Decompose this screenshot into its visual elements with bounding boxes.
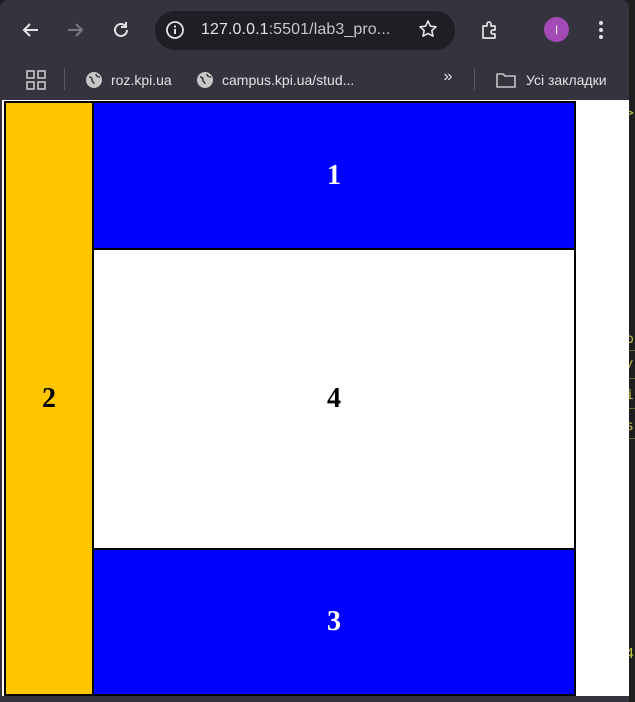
address-bar[interactable]: 127.0.0.1:5501/lab3_pro... bbox=[155, 11, 455, 50]
browser-toolbar: 127.0.0.1:5501/lab3_pro... I bbox=[0, 0, 629, 62]
page-viewport: 2 1 4 3 bbox=[2, 100, 629, 696]
url-host: 127.0.0.1 bbox=[201, 21, 269, 38]
browser-menu-button[interactable] bbox=[584, 13, 618, 47]
reload-icon bbox=[114, 22, 128, 37]
apps-grid-icon[interactable] bbox=[25, 69, 47, 91]
folder-icon bbox=[496, 73, 516, 88]
url-text[interactable]: 127.0.0.1:5501/lab3_pro... bbox=[201, 21, 390, 39]
bookmark-label: campus.kpi.ua/stud... bbox=[222, 72, 355, 88]
block-3: 3 bbox=[92, 548, 576, 696]
block-2: 2 bbox=[4, 101, 94, 696]
site-info-icon[interactable] bbox=[165, 20, 185, 40]
editor-guide-line bbox=[628, 408, 635, 409]
globe-icon bbox=[197, 72, 213, 88]
back-arrow-icon bbox=[22, 23, 38, 37]
bookmark-campus-kpi[interactable]: campus.kpi.ua/stud... bbox=[196, 67, 354, 93]
bookmarks-bar: roz.kpi.ua campus.kpi.ua/stud... » Усі з… bbox=[0, 62, 629, 100]
all-bookmarks-folder[interactable]: Усі закладки bbox=[496, 67, 607, 93]
bookmarks-divider bbox=[474, 68, 475, 90]
puzzle-icon bbox=[482, 21, 496, 39]
reload-button[interactable] bbox=[104, 13, 138, 47]
browser-window: 127.0.0.1:5501/lab3_pro... I roz.kpi.ua … bbox=[0, 0, 629, 702]
bookmarks-divider bbox=[64, 68, 65, 90]
editor-guide-line bbox=[628, 438, 635, 439]
browser-bottom-edge bbox=[0, 696, 629, 702]
profile-avatar[interactable]: I bbox=[544, 17, 569, 42]
extensions-button[interactable] bbox=[472, 13, 506, 47]
bookmark-star-icon[interactable] bbox=[417, 19, 439, 41]
block-4: 4 bbox=[92, 248, 576, 550]
bookmark-label: roz.kpi.ua bbox=[111, 72, 172, 88]
more-bookmarks-chevron-icon[interactable]: » bbox=[437, 68, 459, 86]
editor-guide-line bbox=[628, 378, 635, 379]
editor-guide-line bbox=[628, 350, 635, 351]
forward-arrow-icon bbox=[68, 23, 84, 37]
block-1: 1 bbox=[92, 101, 576, 250]
globe-icon bbox=[86, 72, 102, 88]
kebab-menu-icon bbox=[599, 21, 603, 39]
forward-button[interactable] bbox=[58, 13, 92, 47]
bookmark-roz-kpi[interactable]: roz.kpi.ua bbox=[85, 67, 172, 93]
url-path: :5501/lab3_pro... bbox=[268, 21, 391, 38]
back-button[interactable] bbox=[14, 13, 48, 47]
all-bookmarks-label: Усі закладки bbox=[526, 72, 607, 88]
